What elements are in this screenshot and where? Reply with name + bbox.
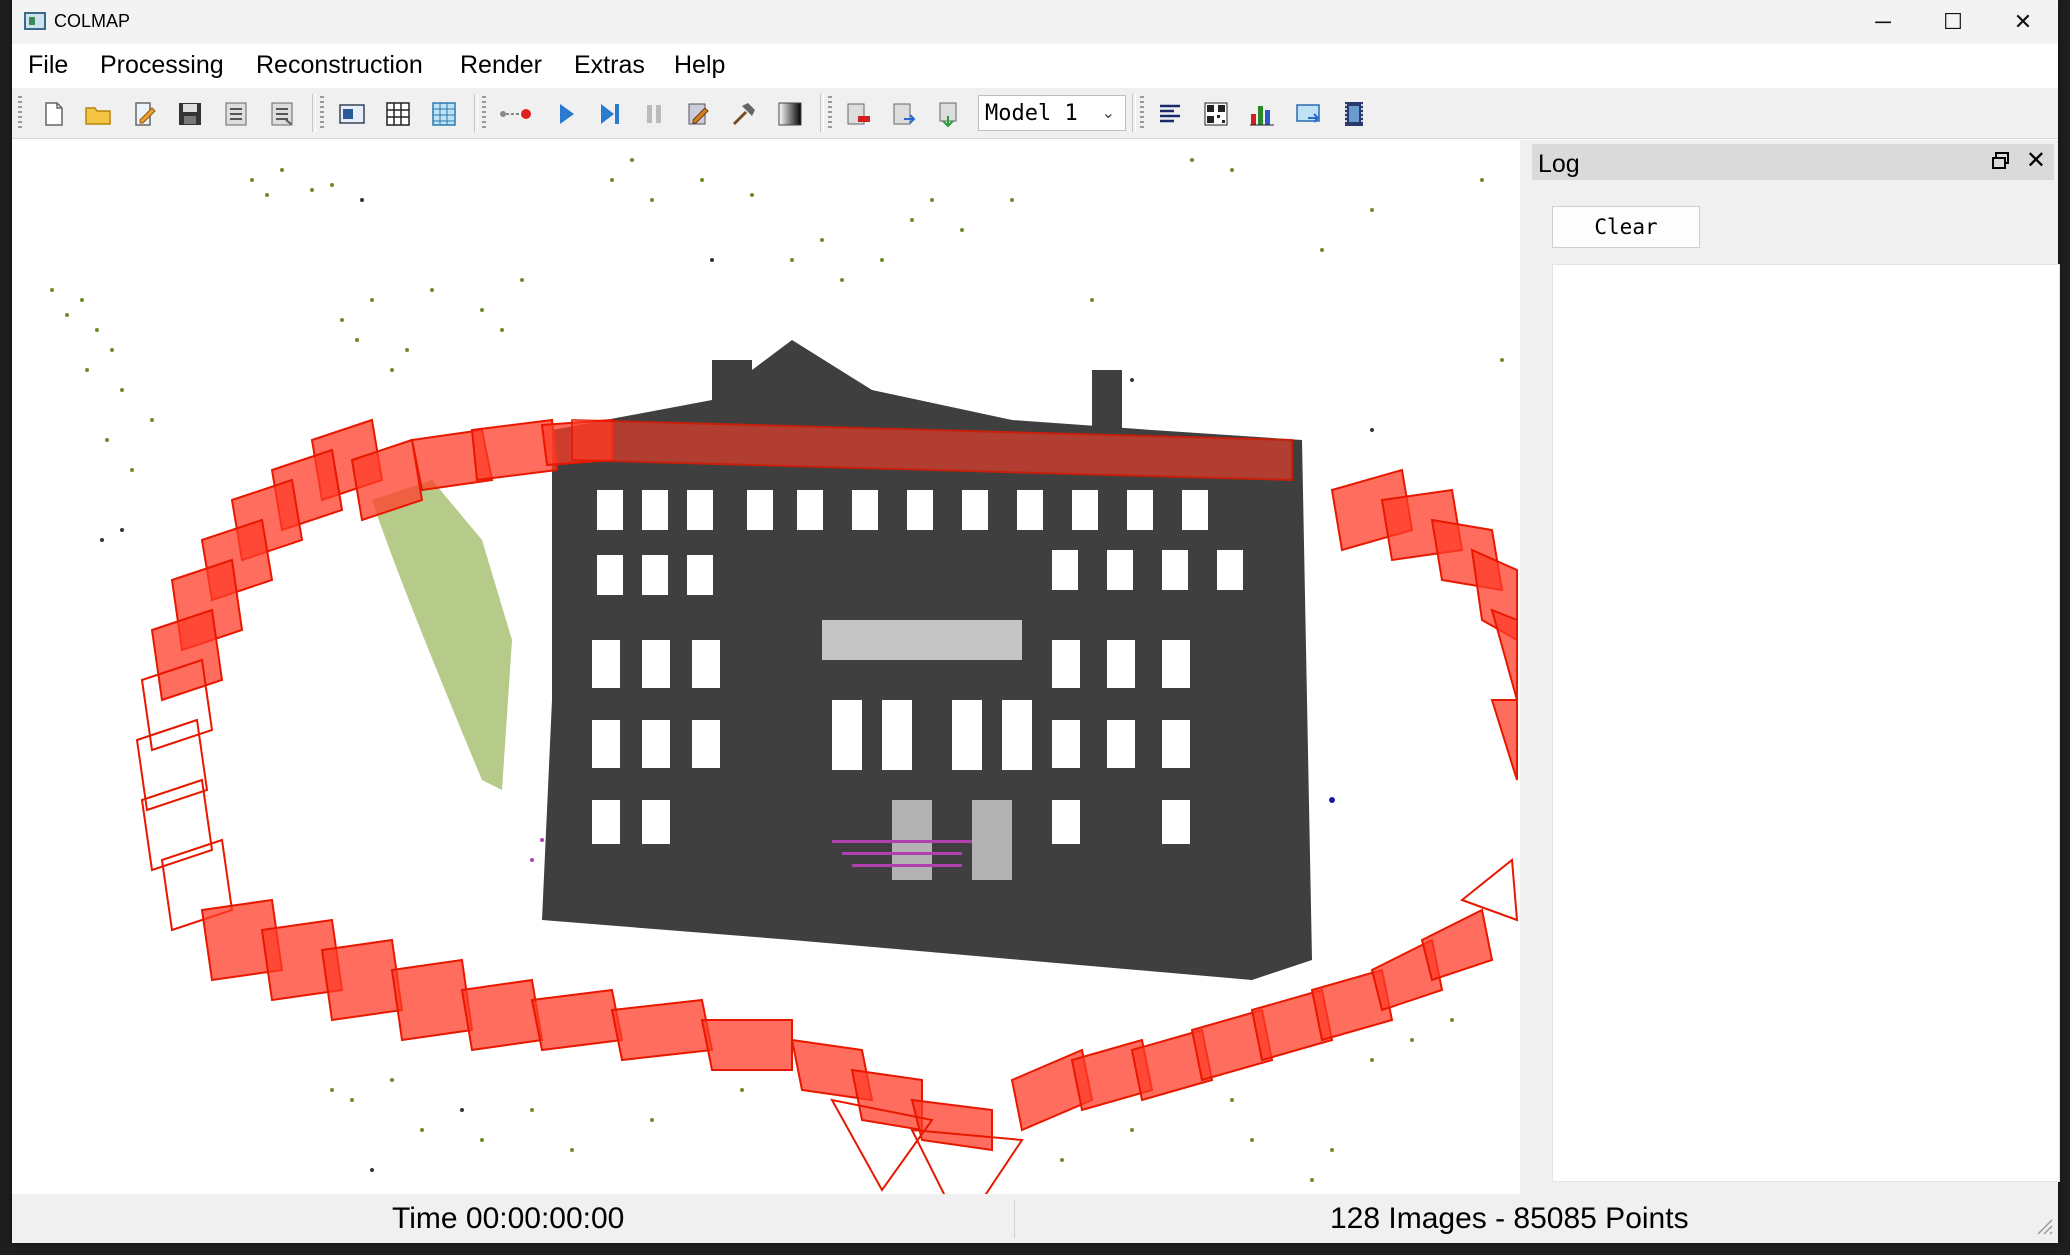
toolbar-separator: [474, 94, 478, 132]
menu-processing[interactable]: Processing: [100, 51, 224, 80]
toolbar-grip[interactable]: [828, 96, 832, 130]
edit-project-icon[interactable]: [130, 100, 158, 128]
grab-image-icon[interactable]: [1294, 100, 1322, 128]
status-bar: Time 00:00:00:00 128 Images - 85085 Poin…: [12, 1194, 2058, 1243]
start-reconstruction-icon[interactable]: [498, 100, 534, 128]
next-step-icon[interactable]: [596, 100, 624, 128]
log-output[interactable]: [1552, 264, 2060, 1182]
toolbar-separator: [312, 94, 316, 132]
pause-reconstruction-icon[interactable]: [640, 100, 668, 128]
dock-splitter[interactable]: [1520, 140, 1528, 1194]
size-grip-icon[interactable]: [2030, 1212, 2054, 1236]
match-matrix-icon[interactable]: [1202, 100, 1230, 128]
log-header: Log ✕: [1532, 144, 2054, 180]
delete-model-icon[interactable]: [844, 100, 872, 128]
reconstruction-stats-icon[interactable]: [1248, 100, 1276, 128]
title-bar: COLMAP ─ ☐ ✕: [12, 0, 2058, 44]
feature-matching-icon[interactable]: [384, 100, 412, 128]
save-project-icon[interactable]: [176, 100, 204, 128]
model-stats-icon[interactable]: [934, 100, 962, 128]
log-title: Log: [1538, 150, 1580, 178]
export-model-icon[interactable]: [268, 100, 296, 128]
bundle-adjustment-icon[interactable]: [684, 100, 712, 128]
step-reconstruction-icon[interactable]: [552, 100, 580, 128]
model-selector-value: Model 1: [985, 101, 1078, 126]
database-management-icon[interactable]: [430, 100, 458, 128]
model-viewer-canvas[interactable]: [12, 140, 1520, 1194]
open-project-icon[interactable]: [84, 100, 112, 128]
grab-movie-icon[interactable]: [1340, 100, 1368, 128]
background-editor-bottom: [0, 1243, 2070, 1255]
show-log-icon[interactable]: [1156, 100, 1184, 128]
log-dock: Log ✕ Clear: [1528, 140, 2060, 1194]
menu-help[interactable]: Help: [674, 51, 725, 80]
app-icon: [24, 12, 46, 30]
maximize-button[interactable]: ☐: [1918, 0, 1988, 44]
maximize-icon: ☐: [1943, 9, 1963, 34]
render-options-icon[interactable]: [776, 100, 804, 128]
background-editor-left: [0, 0, 12, 1255]
point-cloud-view: [50, 158, 1519, 1194]
close-icon[interactable]: ✕: [2026, 146, 2046, 175]
colmap-window: COLMAP ─ ☐ ✕ File Processing Reconstruct…: [12, 0, 2060, 1243]
chevron-down-icon: ⌄: [1101, 105, 1115, 122]
clear-log-button[interactable]: Clear: [1552, 206, 1700, 248]
dense-reconstruction-icon[interactable]: [730, 100, 758, 128]
import-model-icon[interactable]: [222, 100, 250, 128]
status-divider: [1014, 1200, 1015, 1238]
toolbar: Model 1 ⌄: [12, 88, 2058, 139]
toolbar-grip[interactable]: [1140, 96, 1144, 130]
menu-render[interactable]: Render: [460, 51, 542, 80]
status-counts: 128 Images - 85085 Points: [1330, 1202, 1689, 1235]
minimize-icon: ─: [1875, 9, 1891, 34]
float-icon[interactable]: [1990, 150, 2012, 172]
window-title: COLMAP: [54, 11, 131, 31]
status-time: Time 00:00:00:00: [392, 1202, 625, 1235]
model-selector[interactable]: Model 1 ⌄: [978, 95, 1126, 131]
toolbar-separator: [1132, 94, 1136, 132]
minimize-button[interactable]: ─: [1848, 0, 1918, 44]
new-project-icon[interactable]: [40, 100, 68, 128]
toolbar-separator: [820, 94, 824, 132]
close-button[interactable]: ✕: [1988, 0, 2058, 44]
menu-extras[interactable]: Extras: [574, 51, 645, 80]
toolbar-grip[interactable]: [482, 96, 486, 130]
close-icon: ✕: [2013, 9, 2033, 34]
toolbar-grip[interactable]: [18, 96, 22, 130]
menu-reconstruction[interactable]: Reconstruction: [256, 51, 423, 80]
menu-bar: File Processing Reconstruction Render Ex…: [12, 44, 2058, 86]
menu-file[interactable]: File: [28, 51, 68, 80]
rename-model-icon[interactable]: [890, 100, 918, 128]
toolbar-grip[interactable]: [320, 96, 324, 130]
feature-extraction-icon[interactable]: [338, 100, 366, 128]
